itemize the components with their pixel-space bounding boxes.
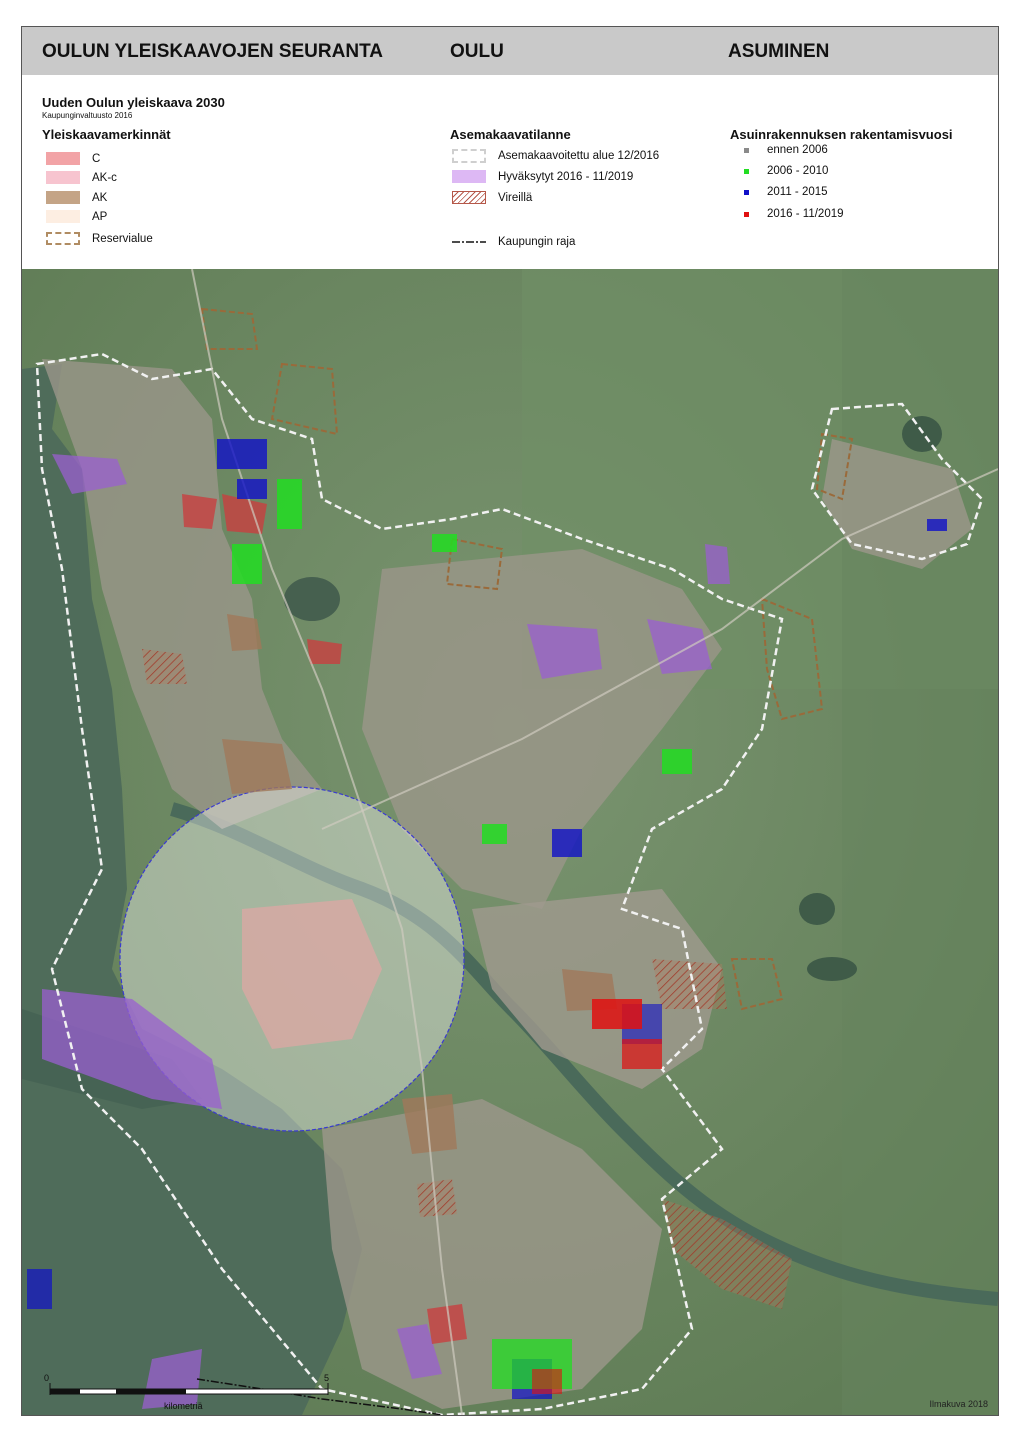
lake-north: [284, 577, 340, 621]
approved-zone-northeast: [705, 544, 730, 584]
dot-ennen-2006: [744, 147, 749, 153]
aerial-photo-credit: Ilmakuva 2018: [929, 1399, 988, 1409]
legend-item-kaupungin-raja: Kaupungin raja: [452, 236, 575, 248]
swatch-ak: [46, 191, 80, 204]
legend: Uuden Oulun yleiskaava 2030 Kaupunginval…: [22, 75, 998, 269]
legend-item-2006-2010: 2006 - 2010: [730, 165, 828, 177]
lake-east: [799, 893, 835, 925]
plan-markings-heading: Yleiskaavamerkinnät: [42, 127, 171, 142]
map-canvas: [22, 269, 998, 1415]
swatch-c: [46, 152, 80, 165]
map-sheet: OULUN YLEISKAAVOJEN SEURANTA OULU ASUMIN…: [21, 26, 999, 1416]
construction-year-heading: Asuinrakennuksen rakentamisvuosi: [730, 127, 953, 142]
legend-item-ak-c: AK-c: [46, 171, 117, 184]
city-boundary-line-icon: [452, 241, 486, 243]
dot-2006-2010: [744, 168, 749, 174]
legend-item-asemakaavoitettu: Asemakaavoitettu alue 12/2016: [452, 149, 659, 163]
scale-end-label: 5: [324, 1373, 330, 1383]
legend-item-vireilla: Vireillä: [452, 191, 532, 204]
swatch-vireilla: [452, 191, 486, 204]
city-title: OULU: [450, 41, 504, 62]
swatch-asemakaavoitettu: [452, 149, 486, 163]
legend-item-ak: AK: [46, 191, 107, 204]
legend-item-reservialue: Reservialue: [46, 232, 153, 245]
lake-northeast: [902, 416, 942, 452]
ak-zone-1: [227, 614, 262, 651]
swatch-ak-c: [46, 171, 80, 184]
legend-item-hyvaksytyt: Hyväksytyt 2016 - 11/2019: [452, 170, 633, 183]
swatch-reservialue: [46, 232, 80, 245]
plan-title: Uuden Oulun yleiskaava 2030: [42, 95, 225, 110]
swatch-ap: [46, 210, 80, 223]
dot-2016-2019: [744, 211, 749, 217]
swatch-hyvaksytyt: [452, 170, 486, 183]
legend-item-ap: AP: [46, 210, 107, 223]
scale-start-label: 0: [44, 1373, 50, 1383]
aerial-map[interactable]: 0 5 kilometriä Ilmakuva 2018: [22, 269, 998, 1415]
theme-title: ASUMINEN: [728, 41, 830, 62]
scale-unit-label: kilometriä: [164, 1401, 203, 1411]
dot-2011-2015: [744, 189, 749, 195]
sheet-title: OULUN YLEISKAAVOJEN SEURANTA: [42, 41, 383, 62]
legend-item-2011-2015: 2011 - 2015: [730, 186, 828, 198]
legend-item-ennen-2006: ennen 2006: [730, 144, 828, 156]
ak-zone-2: [222, 739, 292, 794]
legend-item-2016-2019: 2016 - 11/2019: [730, 208, 844, 220]
pending-zone-west: [142, 649, 187, 684]
legend-item-c: C: [46, 152, 100, 165]
c-zone-north: [182, 494, 217, 529]
zoning-heading: Asemakaavatilanne: [450, 127, 571, 142]
lake-east-2: [807, 957, 857, 981]
title-bar: OULUN YLEISKAAVOJEN SEURANTA OULU ASUMIN…: [22, 27, 998, 75]
plan-subtitle: Kaupunginvaltuusto 2016: [42, 111, 133, 120]
